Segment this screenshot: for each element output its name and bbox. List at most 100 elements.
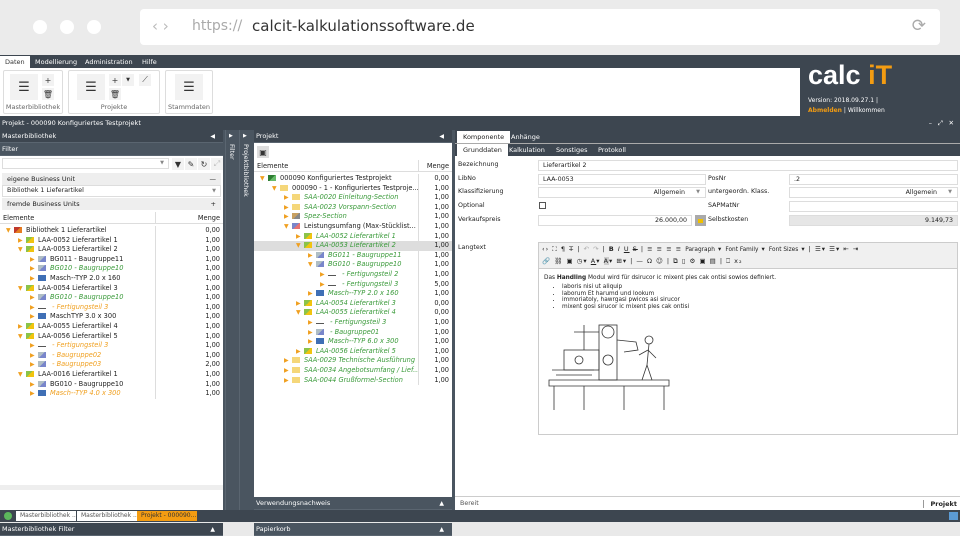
klassifizierung-select[interactable]: Allgemein ▼ — [538, 187, 706, 198]
collapse-caret-icon[interactable]: ▼ — [296, 308, 304, 318]
bookmark-icon[interactable]: ⎕ — [726, 257, 731, 265]
editor-content[interactable]: Das Handling Modul wird für dsirucor ic … — [544, 275, 949, 310]
expand-caret-icon[interactable]: ▶ — [296, 299, 304, 309]
collapse-left-icon[interactable]: ◀ — [210, 130, 215, 143]
list-icon[interactable]: ☰ — [10, 74, 38, 100]
expand-up-icon[interactable]: ▲ — [210, 523, 215, 536]
tree-row[interactable]: ▶ Masch--TYP 4.0 x 300 1,00 — [0, 389, 223, 399]
subscript-icon[interactable]: x₂ — [734, 257, 742, 265]
tree-row[interactable]: ▶ SAA-0044 Grußformel-Section 1,00 — [254, 375, 452, 386]
indent-icon[interactable]: ⇥ — [853, 245, 859, 253]
menu-daten[interactable]: Daten — [0, 56, 30, 68]
collapse-caret-icon[interactable]: ▼ — [296, 241, 304, 251]
trash-icon[interactable]: 🗑 — [109, 88, 121, 100]
expand-caret-icon[interactable]: ▶ — [308, 318, 316, 328]
address-bar[interactable]: ‹ › https:// calcit-kalkulationssoftware… — [140, 9, 940, 45]
paste-icon[interactable]: ▤ — [710, 257, 717, 265]
expand-caret-icon[interactable]: ▶ — [30, 380, 38, 390]
outdent-icon[interactable]: ⇤ — [843, 245, 849, 253]
library-select[interactable]: Bibliothek 1 Lieferartikel ▼ — [2, 185, 221, 197]
tree-row[interactable]: ▼ Bibliothek 1 Lieferartikel 0,00 — [0, 226, 223, 236]
collapse-icon[interactable]: — — [210, 173, 217, 185]
expand-caret-icon[interactable]: ▶ — [18, 236, 26, 246]
taskbar-tab[interactable]: Masterbibliothek ... — [77, 511, 137, 521]
justify-icon[interactable]: ≡ — [676, 245, 682, 253]
tree-row[interactable]: ▶ Masch--TYP 6.0 x 300 1,00 — [254, 337, 452, 347]
bold-icon[interactable]: B — [609, 245, 615, 253]
edit-icon[interactable]: ✎ — [185, 158, 197, 170]
collapse-caret-icon[interactable]: ▼ — [260, 174, 268, 184]
font-family-select[interactable]: Font Family — [725, 247, 758, 253]
redo-icon[interactable]: ↷ — [593, 245, 599, 253]
list-icon[interactable]: ☰ — [77, 74, 105, 100]
collapse-caret-icon[interactable]: ▼ — [18, 370, 26, 380]
align-center-icon[interactable]: ≡ — [657, 245, 663, 253]
italic-icon[interactable]: I — [618, 245, 621, 253]
tree-row[interactable]: ▶ MaschTYP 3.0 x 300 1,00 — [0, 312, 223, 322]
expand-caret-icon[interactable]: ▶ — [284, 203, 292, 213]
tree-row[interactable]: ▶ SAA-0023 Vorspann-Section 1,00 — [254, 202, 452, 213]
clear-format-icon[interactable]: T̶ — [569, 245, 574, 253]
back-forward-icon[interactable]: ‹ › — [152, 17, 169, 35]
expand-caret-icon[interactable]: ▶ — [18, 322, 26, 332]
image-icon[interactable]: ▣ — [567, 257, 574, 265]
expand-caret-icon[interactable]: ▶ — [284, 376, 292, 386]
tree-row[interactable]: ▼ BG010 - Baugruppe10 1,00 — [254, 260, 452, 270]
add-icon[interactable]: + — [109, 74, 121, 86]
wand-icon[interactable]: ⟋ — [139, 74, 151, 86]
tree-row[interactable]: ▼ LAA-0053 Lieferartikel 2 1,00 — [0, 245, 223, 255]
projektbibliothek-strip[interactable]: ▶ Projektbibliothek — [239, 130, 252, 510]
gear-icon[interactable]: ⚙ — [690, 257, 697, 265]
window-minimize-dot[interactable] — [60, 20, 74, 34]
collapse-caret-icon[interactable]: ▼ — [18, 332, 26, 342]
list-icon[interactable]: ☰ — [175, 74, 203, 100]
paragraph-mark-icon[interactable]: ¶ — [561, 245, 566, 253]
tree-row[interactable]: ▶ BG011 - Baugruppe11 1,00 — [254, 250, 452, 261]
expand-caret-icon[interactable]: ▶ — [284, 193, 292, 203]
fullscreen-icon[interactable]: ⛶ — [552, 245, 558, 253]
expand-caret-icon[interactable]: ▶ — [30, 303, 38, 313]
text-color-icon[interactable]: A — [591, 257, 596, 265]
font-size-select[interactable]: Font Sizes — [769, 247, 798, 253]
link-icon[interactable]: 🔗 — [542, 257, 551, 265]
collapse-caret-icon[interactable]: ▼ — [308, 260, 316, 270]
expand-caret-icon[interactable]: ▶ — [296, 347, 304, 357]
unterklass-select[interactable]: Allgemein ▼ — [789, 187, 958, 198]
collapse-caret-icon[interactable]: ▼ — [18, 284, 26, 294]
clock-icon[interactable]: ◷ — [577, 257, 584, 265]
taskbar-tab-active[interactable]: Projekt - 000090... — [137, 511, 197, 521]
filter-strip[interactable]: ▶ Filter — [225, 130, 237, 510]
numbered-list-icon[interactable]: ☰ — [829, 245, 836, 253]
expand-caret-icon[interactable]: ▶ — [30, 255, 38, 265]
tree-row[interactable]: ▶ SAA-0020 Einleitung-Section 1,00 — [254, 193, 452, 203]
media-icon[interactable]: ▣ — [699, 257, 706, 265]
expand-caret-icon[interactable]: ▶ — [30, 360, 38, 370]
align-right-icon[interactable]: ≡ — [666, 245, 672, 253]
tree-row[interactable]: ▶ - Fertigungsteil 3 1,00 — [0, 341, 223, 351]
tree-row[interactable]: ▶ SAA-0034 Angebotsumfang / Lief... 1,00 — [254, 366, 452, 376]
expand-plus-icon[interactable]: + — [211, 198, 216, 210]
expand-caret-icon[interactable]: ▶ — [30, 341, 38, 351]
masterbibliothek-filter-footer[interactable]: Masterbibliothek Filter ▲ — [0, 523, 223, 536]
strikethrough-icon[interactable]: S — [633, 245, 638, 253]
tab-protokoll[interactable]: Protokoll — [592, 144, 632, 156]
add-icon[interactable]: + — [42, 74, 54, 86]
emoticon-icon[interactable]: ☺ — [656, 257, 664, 265]
tree-row[interactable]: ▶ BG010 - Baugruppe10 1,00 — [0, 379, 223, 390]
horizontal-scrollbar[interactable] — [0, 485, 223, 490]
expand-caret-icon[interactable]: ▶ — [284, 366, 292, 376]
expand-caret-icon[interactable]: ▶ — [284, 356, 292, 366]
tree-row[interactable]: ▶ - Fertigungsteil 3 5,00 — [254, 279, 452, 290]
col-elements[interactable]: Elemente — [3, 212, 34, 224]
tree-row[interactable]: ▶ LAA-0056 Lieferartikel 5 1,00 — [254, 346, 452, 357]
expand-caret-icon[interactable]: ▶ — [308, 328, 316, 338]
tree-row[interactable]: ▶ - Fertigungsteil 2 1,00 — [254, 270, 452, 280]
papierkorb-footer[interactable]: Papierkorb ▲ — [254, 523, 452, 536]
collapse-left-icon[interactable]: ◀ — [439, 130, 444, 143]
undo-icon[interactable]: ↶ — [583, 245, 589, 253]
underline-icon[interactable]: U — [624, 245, 630, 253]
menu-administration[interactable]: Administration — [80, 56, 138, 68]
verwendungsnachweis-footer[interactable]: Verwendungsnachweis ▲ — [254, 497, 452, 510]
tree-row[interactable]: ▶ - Fertigungsteil 3 1,00 — [254, 318, 452, 328]
tree-row[interactable]: ▶ LAA-0052 Lieferartikel 1 1,00 — [254, 231, 452, 242]
